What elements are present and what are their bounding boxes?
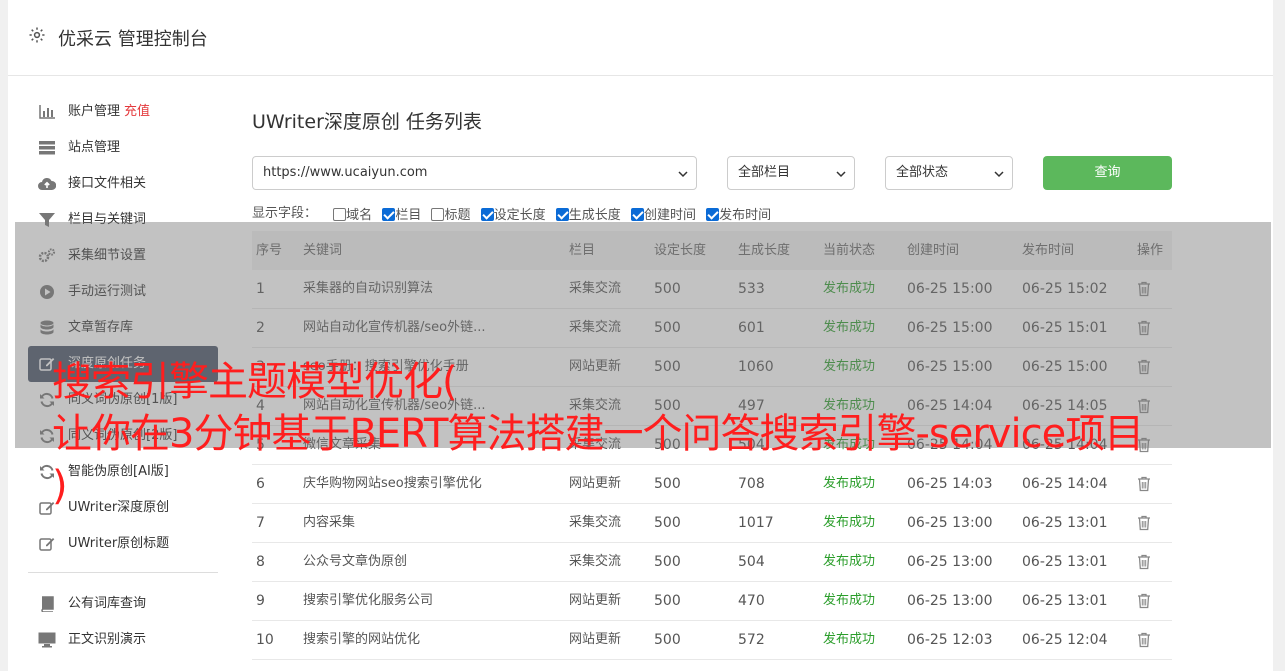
- status-select[interactable]: 全部状态: [885, 156, 1013, 190]
- bar-chart-icon: [38, 104, 56, 120]
- checkbox-label: 发布时间: [719, 208, 772, 223]
- field-checkbox-published[interactable]: 发布时间: [706, 204, 771, 223]
- sidebar-item-text-recognition[interactable]: 正文识别演示: [28, 622, 218, 658]
- sidebar-divider: [28, 572, 218, 573]
- field-checkbox-title[interactable]: 标题: [431, 204, 470, 223]
- app-title: 优采云 管理控制台: [58, 29, 208, 50]
- table-cell: 06-25 13:00: [907, 593, 993, 609]
- chevron-down-icon: [836, 171, 846, 178]
- table-cell: 470: [738, 593, 765, 609]
- checkbox[interactable]: [630, 208, 644, 221]
- checkbox[interactable]: [480, 208, 494, 221]
- checkbox-label: 域名: [346, 208, 373, 223]
- checkbox-label: 设定长度: [493, 208, 546, 223]
- trash-icon[interactable]: [1137, 593, 1151, 609]
- table-cell: 572: [738, 632, 765, 648]
- sidebar-item-interface[interactable]: 接口文件相关: [28, 166, 218, 202]
- field-checkbox-set-length[interactable]: 设定长度: [480, 204, 546, 223]
- trash-icon[interactable]: [1137, 515, 1151, 531]
- table-cell: 搜索引擎优化服务公司: [303, 593, 434, 608]
- sidebar-item-label: 站点管理: [68, 140, 121, 155]
- server-icon: [38, 140, 56, 156]
- display-fields-label: 显示字段：: [252, 206, 318, 221]
- overlay-caption-line: 搜索引擎主题模型优化(: [52, 359, 458, 405]
- monitor-icon: [38, 632, 56, 648]
- sidebar-item-sites[interactable]: 站点管理: [28, 130, 218, 166]
- trash-icon[interactable]: [1137, 554, 1151, 570]
- table-cell: 504: [738, 554, 765, 570]
- field-checkbox-gen-length[interactable]: 生成长度: [555, 204, 621, 223]
- table-cell: 500: [654, 554, 681, 570]
- table-cell: 10: [256, 632, 274, 648]
- field-checkbox-domain[interactable]: 域名: [333, 204, 372, 223]
- sidebar-item-label: 正文识别演示: [68, 632, 147, 647]
- site-select[interactable]: https://www.ucaiyun.com: [252, 156, 697, 190]
- table-cell: 06-25 12:04: [1022, 632, 1108, 648]
- table-cell: 06-25 13:00: [907, 554, 993, 570]
- sidebar-item-label: UWriter原创标题: [68, 536, 170, 551]
- table-cell: 06-25 13:01: [1022, 554, 1108, 570]
- checkbox-label: 创建时间: [643, 208, 696, 223]
- table-cell: [1133, 621, 1172, 659]
- checkbox-label: 生成长度: [568, 208, 621, 223]
- recharge-link[interactable]: 充值: [124, 104, 150, 119]
- sidebar-item-uwriter-title[interactable]: UWriter原创标题: [28, 526, 218, 562]
- gear-icon: [29, 27, 45, 43]
- overlay-caption-line: 让你在3分钟基于BERT算法搭建一个问答搜索引擎-service项目: [52, 411, 1144, 457]
- checkbox-label: 栏目: [395, 208, 422, 223]
- table-cell: 8: [256, 554, 265, 570]
- chevron-down-icon: [994, 171, 1004, 178]
- table-row: 10 搜索引擎的网站优化 网站更新 500 572 发布成功 06-25 12:03 06-2…: [252, 621, 1172, 660]
- table-cell: 500: [654, 632, 681, 648]
- column-select[interactable]: 全部栏目: [727, 156, 855, 190]
- checkbox[interactable]: [555, 208, 569, 221]
- table-cell: 网站更新: [569, 593, 622, 608]
- checkbox[interactable]: [706, 208, 720, 221]
- table-cell: 发布成功: [823, 632, 876, 647]
- column-select-value: 全部栏目: [738, 165, 791, 180]
- chevron-down-icon: [678, 171, 688, 178]
- table-cell: 采集交流: [569, 554, 622, 569]
- overlay-caption-line: ): [52, 463, 68, 509]
- checkbox[interactable]: [333, 208, 347, 221]
- field-checkbox-column[interactable]: 栏目: [382, 204, 421, 223]
- status-select-value: 全部状态: [896, 165, 949, 180]
- cloud-upload-icon: [38, 176, 56, 192]
- table-cell: 06-25 13:01: [1022, 593, 1108, 609]
- sidebar-item-label: 账户管理: [68, 104, 121, 119]
- sidebar-item-account[interactable]: 账户管理 充值: [28, 94, 218, 130]
- site-select-value: https://www.ucaiyun.com: [263, 165, 428, 180]
- sidebar-item-label: 公有词库查询: [68, 596, 147, 611]
- table-row: 8 公众号文章伪原创 采集交流 500 504 发布成功 06-25 13:00 06-25 …: [252, 543, 1172, 582]
- table-cell: 发布成功: [823, 593, 876, 608]
- table-cell: 网站更新: [569, 632, 622, 647]
- table-cell: [1133, 582, 1172, 620]
- app-header: 优采云 管理控制台: [8, 0, 1273, 76]
- checkbox-label: 标题: [444, 208, 471, 223]
- query-button[interactable]: 查询: [1043, 156, 1172, 190]
- book-icon: [38, 596, 56, 612]
- overlay-caption: 搜索引擎主题模型优化( 让你在3分钟基于BERT算法搭建一个问答搜索引擎-ser…: [52, 356, 1262, 512]
- table-cell: 500: [654, 593, 681, 609]
- checkbox[interactable]: [431, 208, 445, 221]
- display-fields: 显示字段： 域名 栏目 标题 设定长度 生成长度 创建时间 发布时间: [252, 202, 777, 223]
- checkbox[interactable]: [382, 208, 396, 221]
- table-cell: 公众号文章伪原创: [303, 554, 408, 569]
- table-cell: [1133, 543, 1172, 581]
- field-checkbox-created[interactable]: 创建时间: [630, 204, 696, 223]
- table-cell: 发布成功: [823, 554, 876, 569]
- sidebar-item-label: 接口文件相关: [68, 176, 147, 191]
- edit-icon: [38, 536, 56, 552]
- table-cell: 搜索引擎的网站优化: [303, 632, 421, 647]
- trash-icon[interactable]: [1137, 632, 1151, 648]
- table-cell: 06-25 12:03: [907, 632, 993, 648]
- table-row: 9 搜索引擎优化服务公司 网站更新 500 470 发布成功 06-25 13:00 06-2…: [252, 582, 1172, 621]
- sidebar-item-public-lexicon[interactable]: 公有词库查询: [28, 586, 218, 622]
- page-title: UWriter深度原创 任务列表: [252, 111, 482, 133]
- table-cell: 9: [256, 593, 265, 609]
